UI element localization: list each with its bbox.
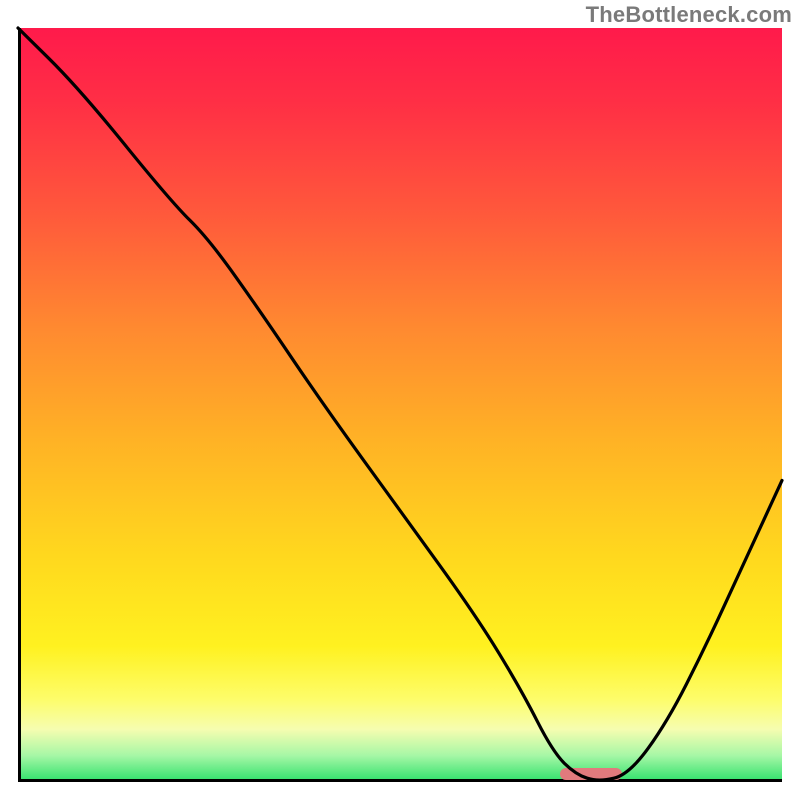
watermark-text: TheBottleneck.com (586, 2, 792, 28)
bottleneck-curve (18, 28, 782, 782)
plot-area (18, 28, 782, 782)
chart-canvas: TheBottleneck.com (0, 0, 800, 800)
